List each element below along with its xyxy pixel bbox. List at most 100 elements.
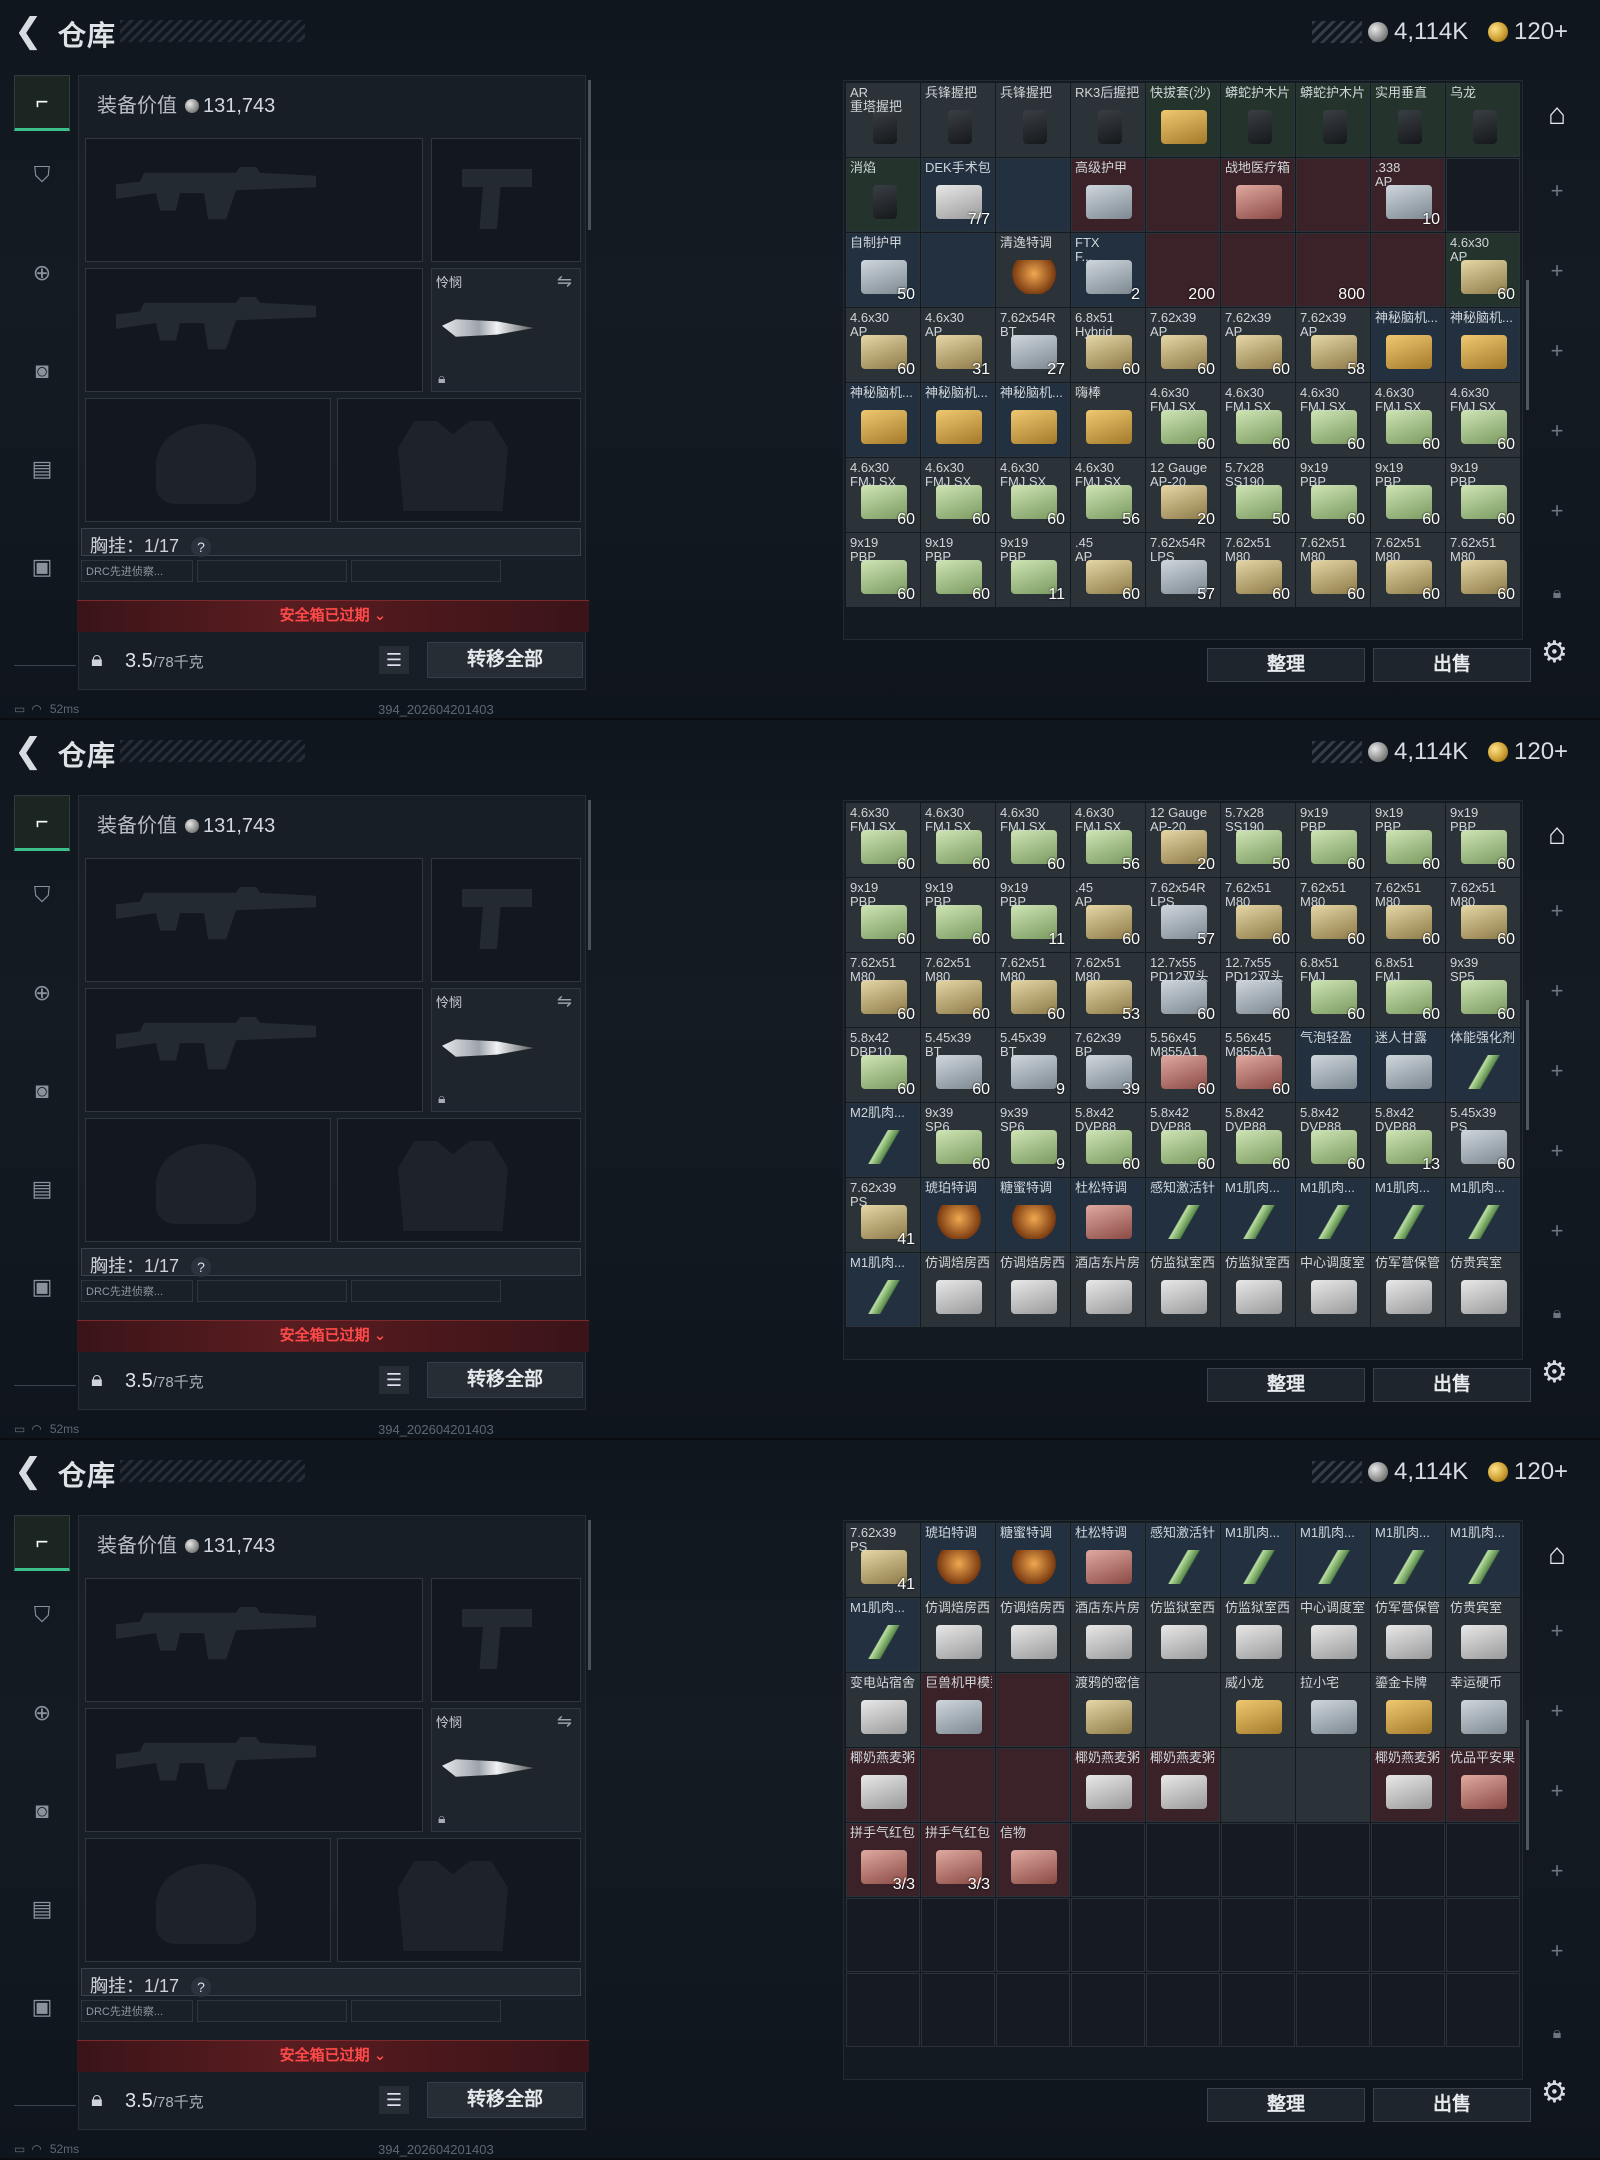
add-tab-icon[interactable]: + (1522, 1698, 1592, 1724)
inventory-item[interactable]: 仿军营保管 (1371, 1598, 1445, 1672)
inventory-item[interactable]: 4.6x30 FMJ SX 60 (846, 458, 920, 532)
inventory-item[interactable]: 神秘脑机... (921, 383, 995, 457)
swap-icon[interactable]: ⇋ (557, 271, 572, 292)
equipment-scrollbar[interactable] (588, 1520, 591, 1670)
inventory-item[interactable]: 9x19 PBP 60 (1296, 458, 1370, 532)
inventory-item[interactable]: 拼手气红包 3/3 (921, 1823, 995, 1897)
inventory-item[interactable]: 7.62x51 M80 60 (996, 953, 1070, 1027)
inventory-item[interactable]: 4.6x30 FMJ SX 60 (996, 803, 1070, 877)
pouch-slot[interactable]: DRC先进侦察... (81, 2000, 193, 2022)
inventory-item[interactable]: 9x19 PBP 60 (1446, 803, 1520, 877)
add-tab-icon[interactable]: + (1522, 1138, 1592, 1164)
inventory-item[interactable]: 琥珀特调 (921, 1523, 995, 1597)
inventory-item[interactable]: 杜松特调 (1071, 1178, 1145, 1252)
inventory-item[interactable]: RK3后握把 (1071, 83, 1145, 157)
inventory-item[interactable]: 巨兽机甲模型 (921, 1673, 995, 1747)
inventory-item[interactable]: 仿贵宾室 (1446, 1253, 1520, 1327)
inventory-item[interactable]: 鎏金卡牌 (1371, 1673, 1445, 1747)
inventory-item[interactable]: 5.8x42 DBP10 60 (846, 1028, 920, 1102)
chest-rig-bar[interactable]: 胸挂：1/17? (81, 1968, 581, 1997)
help-icon[interactable]: ? (191, 1257, 212, 1277)
inventory-item[interactable]: M2肌肉... (846, 1103, 920, 1177)
back-arrow-icon[interactable]: ❮ (14, 14, 44, 48)
inventory-item[interactable]: 神秘脑机... (846, 383, 920, 457)
equipment-scrollbar[interactable] (588, 80, 591, 230)
inventory-item[interactable]: 4.6x30 FMJ SX 60 (1146, 383, 1220, 457)
inventory-item[interactable]: 5.8x42 DVP88 60 (1071, 1103, 1145, 1177)
body-armor-slot[interactable] (337, 1838, 581, 1962)
primary-weapon-slot[interactable] (85, 138, 423, 262)
sidebar-item-case[interactable]: ▣ (14, 1979, 70, 2035)
add-tab-icon[interactable]: + (1522, 1938, 1592, 1964)
inventory-item[interactable]: 体能强化剂 (1446, 1028, 1520, 1102)
inventory-item[interactable]: 仿监狱室西 (1146, 1253, 1220, 1327)
inventory-item[interactable]: 6.8x51 FMJ 60 (1296, 953, 1370, 1027)
sidebar-item-armor[interactable]: ⛉ (14, 1587, 70, 1643)
inventory-item[interactable]: 椰奶燕麦粥 (1371, 1748, 1445, 1822)
gold-currency[interactable]: 120+ (1488, 18, 1568, 46)
inventory-item[interactable]: 神秘脑机... (1371, 308, 1445, 382)
inventory-item[interactable]: 中心调度室 (1296, 1598, 1370, 1672)
inventory-item[interactable]: .338 AP 10 (1371, 158, 1445, 232)
pistol-slot[interactable] (431, 858, 581, 982)
primary-weapon-slot[interactable] (85, 1578, 423, 1702)
sort-button[interactable]: 整理 (1207, 1368, 1365, 1402)
sell-button[interactable]: 出售 (1373, 648, 1531, 682)
helmet-slot[interactable] (85, 1838, 331, 1962)
inventory-item[interactable]: 9x19 PBP 60 (1446, 458, 1520, 532)
inventory-item[interactable]: 4.6x30 FMJ SX 60 (1371, 383, 1445, 457)
add-tab-icon[interactable]: + (1522, 898, 1592, 924)
inventory-item[interactable]: AR 重塔握把 (846, 83, 920, 157)
inventory-item[interactable]: M1肌肉... (846, 1253, 920, 1327)
swap-icon[interactable]: ⇋ (557, 1711, 572, 1732)
sell-button[interactable]: 出售 (1373, 2088, 1531, 2122)
inventory-item[interactable]: 5.7x28 SS190 50 (1221, 458, 1295, 532)
sort-button[interactable]: 整理 (1207, 2088, 1365, 2122)
inventory-item[interactable]: 7.62x39 AP 60 (1146, 308, 1220, 382)
inventory-item[interactable]: 迷人甘露 (1371, 1028, 1445, 1102)
inventory-item[interactable]: 4.6x30 FMJ SX 60 (846, 803, 920, 877)
gear-icon[interactable]: ⚙ (1541, 2075, 1568, 2110)
inventory-item[interactable]: 快拔套(沙) (1146, 83, 1220, 157)
inventory-item[interactable]: 4.6x30 FMJ SX 56 (1071, 803, 1145, 877)
inventory-item[interactable]: M1肌肉... (1371, 1178, 1445, 1252)
safe-box-expired-banner[interactable]: 安全箱已过期 ⌄ (77, 2040, 589, 2072)
inventory-item[interactable]: 5.56x45 M855A1 60 (1146, 1028, 1220, 1102)
inventory-item[interactable]: 4.6x30 AP 60 (846, 308, 920, 382)
inventory-item[interactable]: 7.62x54R BT 27 (996, 308, 1070, 382)
inventory-item[interactable]: 拉小宅 (1296, 1673, 1370, 1747)
pouch-slot[interactable] (351, 560, 501, 582)
inventory-item[interactable]: 7.62x54R LPS 57 (1146, 533, 1220, 607)
safe-box-expired-banner[interactable]: 安全箱已过期 ⌄ (77, 1320, 589, 1352)
inventory-item[interactable]: 12 Gauge AP-20 20 (1146, 803, 1220, 877)
inventory-item[interactable]: 仿军营保管 (1371, 1253, 1445, 1327)
body-armor-slot[interactable] (337, 398, 581, 522)
inventory-item[interactable]: 威小龙 (1221, 1673, 1295, 1747)
list-icon[interactable]: ☰ (379, 2086, 409, 2114)
inventory-item[interactable]: 仿调焙房西 (921, 1598, 995, 1672)
inventory-item[interactable]: 椰奶燕麦粥 (846, 1748, 920, 1822)
list-icon[interactable]: ☰ (379, 646, 409, 674)
add-tab-icon[interactable]: + (1522, 1778, 1592, 1804)
inventory-item[interactable]: 琥珀特调 (921, 1178, 995, 1252)
inventory-item[interactable]: 7.62x39 PS 41 (846, 1178, 920, 1252)
inventory-item[interactable]: 仿调焙房西 (996, 1253, 1070, 1327)
inventory-item[interactable]: 乌龙 (1446, 83, 1520, 157)
grid-scrollbar[interactable] (1526, 1720, 1529, 1850)
inventory-item[interactable]: 5.8x42 DVP88 60 (1296, 1103, 1370, 1177)
inventory-item[interactable]: 仿监狱室西 (1221, 1598, 1295, 1672)
sidebar-item-case[interactable]: ▣ (14, 1259, 70, 1315)
inventory-item[interactable]: M1肌肉... (1446, 1178, 1520, 1252)
transfer-all-button[interactable]: 转移全部 (427, 2082, 583, 2118)
inventory-item[interactable]: 5.56x45 M855A1 60 (1221, 1028, 1295, 1102)
secondary-weapon-slot[interactable] (85, 988, 423, 1112)
inventory-item[interactable]: 高级护甲 (1071, 158, 1145, 232)
sidebar-item-medical[interactable]: ⊕ (14, 965, 70, 1021)
equipment-scrollbar[interactable] (588, 800, 591, 950)
inventory-item[interactable]: 9x19 PBP 60 (846, 533, 920, 607)
inventory-item[interactable]: 5.45x39 BT 9 (996, 1028, 1070, 1102)
grid-scrollbar[interactable] (1526, 280, 1529, 410)
pouch-slot[interactable] (351, 1280, 501, 1302)
inventory-item[interactable]: 4.6x30 AP 31 (921, 308, 995, 382)
sidebar-item-backpack[interactable]: ◙ (14, 1783, 70, 1839)
